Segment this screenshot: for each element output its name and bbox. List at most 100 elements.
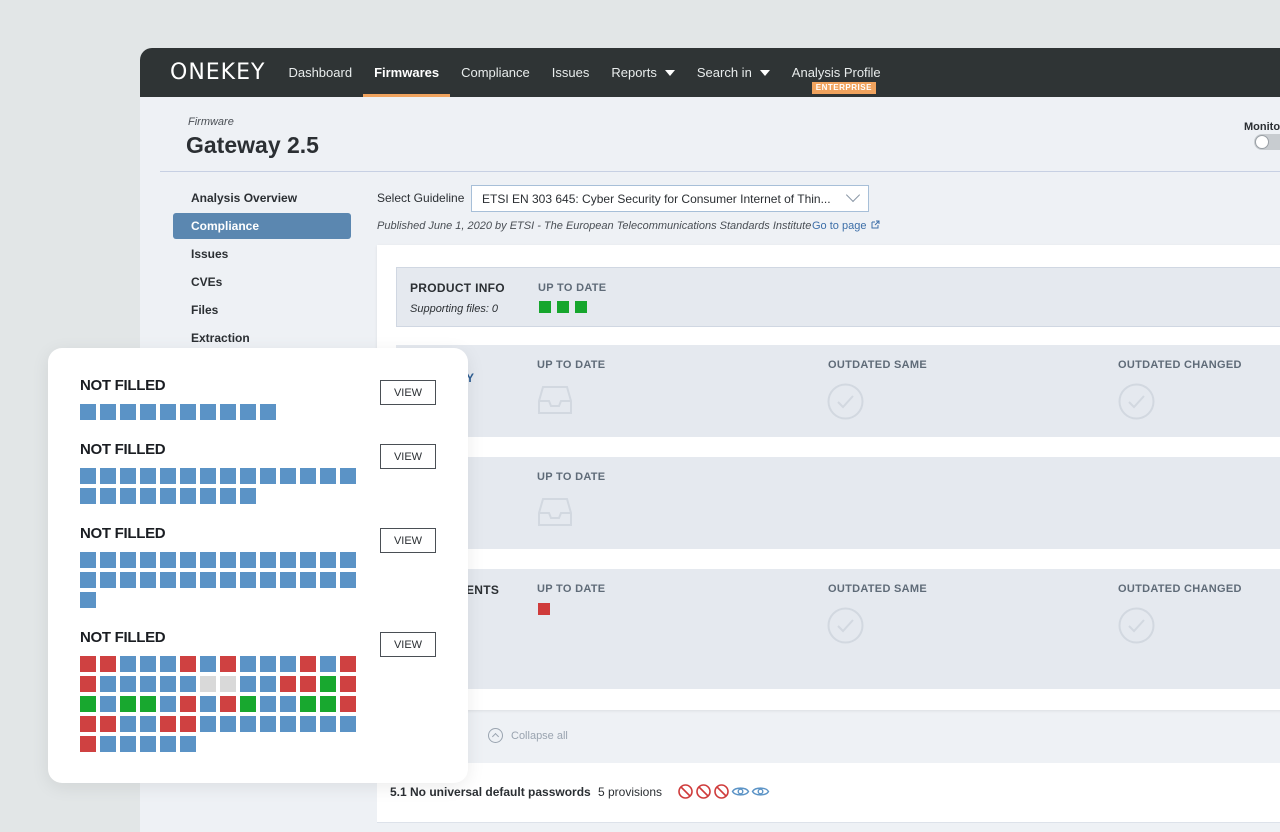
product-info-row[interactable]: PRODUCT INFO Supporting files: 0 UP TO D…: [396, 267, 1280, 327]
status-cell-blue: [260, 404, 276, 420]
empty-inbox-icon: [538, 386, 572, 414]
up-to-date-header: UP TO DATE: [537, 471, 606, 483]
check-circle-icon: [827, 607, 864, 644]
collapse-all-label: Collapse all: [511, 729, 568, 742]
up-to-date-header: UP TO DATE: [537, 359, 606, 371]
status-cell-blue: [100, 404, 116, 420]
status-cell-blue: [320, 716, 336, 732]
status-cell-blue: [340, 552, 356, 568]
status-cell-red: [340, 676, 356, 692]
status-cell-blue: [100, 552, 116, 568]
status-cell-blue: [100, 572, 116, 588]
nav-dashboard[interactable]: Dashboard: [277, 48, 363, 97]
header-divider: [160, 171, 1280, 172]
product-info-title: PRODUCT INFO: [410, 281, 505, 295]
status-cell-blue: [180, 488, 196, 504]
status-cell-blue: [140, 488, 156, 504]
nav-reports-label: Reports: [611, 65, 657, 80]
sidebar-item-analysis-overview[interactable]: Analysis Overview: [173, 185, 351, 211]
go-to-page-label: Go to page: [812, 220, 867, 232]
status-cell-blue: [100, 676, 116, 692]
status-grid: [80, 552, 356, 608]
category-row[interactable]: ENTS UP TO DATE OUTDATED SAME OUTDATED C…: [396, 569, 1280, 689]
nav-search-in[interactable]: Search in: [686, 48, 781, 97]
collapse-all-button[interactable]: Collapse all: [488, 728, 568, 743]
category-title-fragment: ENTS: [466, 583, 500, 597]
status-cell-blue: [280, 468, 296, 484]
blocked-icon: [696, 784, 711, 799]
onekey-logo[interactable]: ONEKEY: [170, 60, 265, 85]
caret-down-icon: [759, 69, 770, 76]
status-cell-blue: [160, 488, 176, 504]
status-cell-green: [120, 696, 136, 712]
nav-compliance[interactable]: Compliance: [450, 48, 541, 97]
section-row[interactable]: 5.1 No universal default passwords 5 pro…: [377, 763, 1280, 823]
status-cell-blue: [320, 656, 336, 672]
status-cell-blue: [320, 572, 336, 588]
status-cell-blue: [140, 676, 156, 692]
top-nav: ONEKEY Dashboard Firmwares Compliance Is…: [140, 48, 1280, 97]
status-cell-blue: [300, 552, 316, 568]
status-cell-gray: [200, 676, 216, 692]
sidebar-item-compliance[interactable]: Compliance: [173, 213, 351, 239]
status-cell-blue: [240, 468, 256, 484]
status-cell-blue: [200, 716, 216, 732]
status-grid: [80, 404, 356, 420]
status-cell-blue: [180, 676, 196, 692]
eye-icon: [751, 787, 770, 796]
status-cell-blue: [260, 716, 276, 732]
check-circle-icon: [827, 383, 864, 420]
published-info: Published June 1, 2020 by ETSI - The Eur…: [377, 220, 812, 232]
status-cell-blue: [220, 488, 236, 504]
status-cell-blue: [100, 468, 116, 484]
sidebar-item-files[interactable]: Files: [173, 297, 351, 323]
sidebar-item-cves[interactable]: CVEs: [173, 269, 351, 295]
view-button[interactable]: VIEW: [380, 380, 436, 405]
nav-reports[interactable]: Reports: [600, 48, 686, 97]
status-cell-red: [80, 676, 96, 692]
guideline-selected-value: ETSI EN 303 645: Cyber Security for Cons…: [482, 192, 831, 206]
blocked-icon: [678, 784, 693, 799]
status-cell-blue: [220, 716, 236, 732]
status-grid: [80, 468, 356, 504]
up-to-date-header: UP TO DATE: [537, 583, 606, 595]
status-cell-blue: [140, 736, 156, 752]
status-cell-red: [300, 656, 316, 672]
status-cell-red: [180, 716, 196, 732]
view-button[interactable]: VIEW: [380, 444, 436, 469]
status-cell-blue: [160, 552, 176, 568]
status-cell-green: [240, 696, 256, 712]
status-cell-blue: [220, 468, 236, 484]
view-button[interactable]: VIEW: [380, 632, 436, 657]
status-cell-blue: [200, 488, 216, 504]
nav-issues[interactable]: Issues: [541, 48, 601, 97]
status-cell-blue: [260, 572, 276, 588]
group-status-title: NOT FILLED: [80, 629, 166, 646]
status-cell-red: [220, 656, 236, 672]
status-cell-red: [100, 716, 116, 732]
status-cell-blue: [160, 572, 176, 588]
category-row[interactable]: UP TO DATE: [396, 457, 1280, 549]
status-cell-blue: [340, 468, 356, 484]
view-button[interactable]: VIEW: [380, 528, 436, 553]
nav-analysis-profile[interactable]: Analysis Profile ENTERPRISE: [781, 48, 892, 97]
status-cell-blue: [320, 468, 336, 484]
status-cell-red: [160, 716, 176, 732]
group-status-title: NOT FILLED: [80, 377, 166, 394]
outdated-changed-header: OUTDATED CHANGED: [1118, 359, 1242, 371]
category-row[interactable]: Y UP TO DATE OUTDATED SAME OUTDATED CHAN…: [396, 345, 1280, 437]
status-cell-green: [320, 676, 336, 692]
status-cell-blue: [300, 572, 316, 588]
guideline-select[interactable]: ETSI EN 303 645: Cyber Security for Cons…: [471, 185, 869, 212]
status-cell-blue: [260, 696, 276, 712]
status-cell-blue: [180, 468, 196, 484]
go-to-page-link[interactable]: Go to page: [812, 220, 880, 232]
status-cell-blue: [200, 468, 216, 484]
nav-firmwares[interactable]: Firmwares: [363, 48, 451, 97]
status-grid: [80, 656, 356, 752]
sidebar-item-issues[interactable]: Issues: [173, 241, 351, 267]
status-cell-red: [300, 676, 316, 692]
status-cell-blue: [280, 656, 296, 672]
monitor-toggle[interactable]: [1254, 134, 1280, 150]
status-cell-blue: [160, 468, 176, 484]
